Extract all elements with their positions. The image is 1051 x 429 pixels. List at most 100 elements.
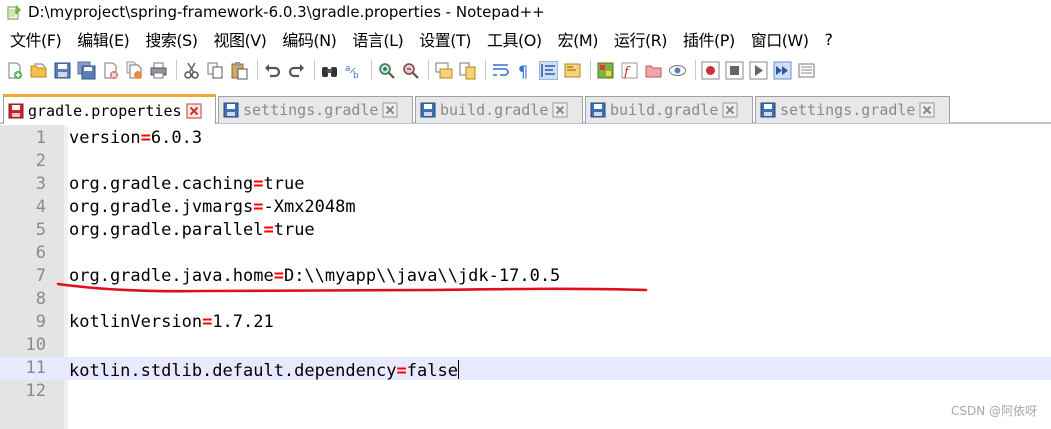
redo-icon[interactable] <box>286 60 307 81</box>
close-icon[interactable] <box>382 102 398 118</box>
find-icon[interactable] <box>319 60 340 81</box>
svg-text:¶: ¶ <box>518 62 528 80</box>
undo-icon[interactable] <box>262 60 283 81</box>
equals-operator: = <box>253 174 264 194</box>
property-key: kotlinVersion <box>69 312 203 332</box>
folder-workspace-icon[interactable] <box>643 60 664 81</box>
tab-settings-gradle-2[interactable]: settings.gradle <box>755 96 950 123</box>
save-all-icon[interactable] <box>76 60 97 81</box>
menu-file[interactable]: 文件(F) <box>4 27 67 51</box>
editor-line[interactable]: 3 org.gradle.caching=true <box>0 173 1051 196</box>
menu-edit[interactable]: 编辑(E) <box>71 27 135 51</box>
cut-icon[interactable] <box>181 60 202 81</box>
tab-settings-gradle[interactable]: settings.gradle <box>218 96 413 123</box>
doc-map-icon[interactable] <box>595 60 616 81</box>
stop-macro-icon[interactable] <box>724 60 745 81</box>
line-number: 3 <box>35 174 46 194</box>
text-editor[interactable]: 1 version=6.0.3 2 3 org.gradle.caching=t… <box>0 125 1051 429</box>
toolbar-separator <box>257 60 258 80</box>
close-icon[interactable] <box>186 103 202 119</box>
replace-icon[interactable]: ab <box>343 60 364 81</box>
word-wrap-icon[interactable] <box>490 60 511 81</box>
equals-operator: = <box>202 312 213 332</box>
save-icon <box>223 102 239 118</box>
menu-bar: 文件(F) 编辑(E) 搜索(S) 视图(V) 编码(N) 语言(L) 设置(T… <box>0 26 1051 52</box>
editor-line[interactable]: 5 org.gradle.parallel=true <box>0 219 1051 242</box>
sync-vertical-icon[interactable] <box>433 60 454 81</box>
close-icon[interactable] <box>552 102 568 118</box>
indent-guide-icon[interactable] <box>538 60 559 81</box>
tab-gradle-properties[interactable]: gradle.properties <box>3 94 216 124</box>
toolbar-separator <box>428 60 429 80</box>
editor-line[interactable]: 2 <box>0 150 1051 173</box>
tab-build-gradle-2[interactable]: build.gradle <box>585 96 753 123</box>
menu-run[interactable]: 运行(R) <box>608 27 673 51</box>
close-icon[interactable] <box>722 102 738 118</box>
zoom-out-icon[interactable] <box>400 60 421 81</box>
equals-operator: = <box>253 197 264 217</box>
line-number: 10 <box>25 335 46 355</box>
notepadpp-icon <box>7 5 21 20</box>
property-key: org.gradle.jvmargs <box>69 197 254 217</box>
text-caret <box>457 360 459 379</box>
close-all-icon[interactable] <box>124 60 145 81</box>
paste-icon[interactable] <box>229 60 250 81</box>
zoom-in-icon[interactable] <box>376 60 397 81</box>
line-number: 12 <box>25 381 46 401</box>
editor-line[interactable]: 1 version=6.0.3 <box>0 127 1051 150</box>
line-number: 9 <box>35 312 46 332</box>
show-all-chars-icon[interactable]: ¶ <box>514 60 535 81</box>
open-file-icon[interactable] <box>28 60 49 81</box>
save-icon <box>590 102 606 118</box>
monitoring-icon[interactable] <box>667 60 688 81</box>
menu-settings[interactable]: 设置(T) <box>413 27 477 51</box>
property-key: org.gradle.caching <box>69 174 254 194</box>
editor-line[interactable]: 9 kotlinVersion=1.7.21 <box>0 311 1051 334</box>
tab-build-gradle[interactable]: build.gradle <box>415 96 583 123</box>
editor-line-current[interactable]: 11 kotlin.stdlib.default.dependency=fals… <box>0 357 1051 381</box>
property-key: org.gradle.parallel <box>69 220 264 240</box>
tab-label: settings.gradle <box>243 101 379 119</box>
editor-line[interactable]: 12 <box>0 380 1051 403</box>
sync-horizontal-icon[interactable] <box>457 60 478 81</box>
editor-line[interactable]: 10 <box>0 334 1051 357</box>
editor-line[interactable]: 6 <box>0 242 1051 265</box>
save-macro-icon[interactable] <box>796 60 817 81</box>
record-macro-icon[interactable] <box>700 60 721 81</box>
menu-macro[interactable]: 宏(M) <box>552 27 604 51</box>
property-key: kotlin.stdlib.default.dependency <box>69 361 397 381</box>
language-icon[interactable] <box>562 60 583 81</box>
menu-help[interactable]: ? <box>819 30 839 49</box>
function-list-icon[interactable]: f <box>619 60 640 81</box>
menu-plugins[interactable]: 插件(P) <box>677 27 741 51</box>
save-icon[interactable] <box>52 60 73 81</box>
line-number: 5 <box>35 220 46 240</box>
close-icon[interactable] <box>100 60 121 81</box>
csdn-watermark: CSDN @阿依呀 <box>950 404 1037 418</box>
close-icon[interactable] <box>919 102 935 118</box>
property-value: 1.7.21 <box>212 312 274 332</box>
menu-view[interactable]: 视图(V) <box>207 27 272 51</box>
menu-tools[interactable]: 工具(O) <box>481 27 548 51</box>
line-text: kotlinVersion=1.7.21 <box>69 311 274 334</box>
menu-language[interactable]: 语言(L) <box>346 27 409 51</box>
line-number: 8 <box>35 289 46 309</box>
menu-search[interactable]: 搜索(S) <box>139 27 203 51</box>
editor-line[interactable]: 4 org.gradle.jvmargs=-Xmx2048m <box>0 196 1051 219</box>
property-value: -Xmx2048m <box>263 197 356 217</box>
tab-label: build.gradle <box>610 101 719 119</box>
run-macro-multiple-icon[interactable] <box>772 60 793 81</box>
play-macro-icon[interactable] <box>748 60 769 81</box>
title-bar: D:\myproject\spring-framework-6.0.3\grad… <box>0 0 1051 24</box>
line-number: 7 <box>35 266 46 286</box>
line-text: org.gradle.parallel=true <box>69 219 315 242</box>
copy-icon[interactable] <box>205 60 226 81</box>
toolbar-separator <box>176 60 177 80</box>
menu-window[interactable]: 窗口(W) <box>745 27 815 51</box>
line-number: 6 <box>35 243 46 263</box>
menu-encoding[interactable]: 编码(N) <box>276 27 342 51</box>
property-value: true <box>263 174 305 194</box>
new-file-icon[interactable] <box>4 60 25 81</box>
print-icon[interactable] <box>148 60 169 81</box>
toolbar-separator <box>590 60 591 80</box>
